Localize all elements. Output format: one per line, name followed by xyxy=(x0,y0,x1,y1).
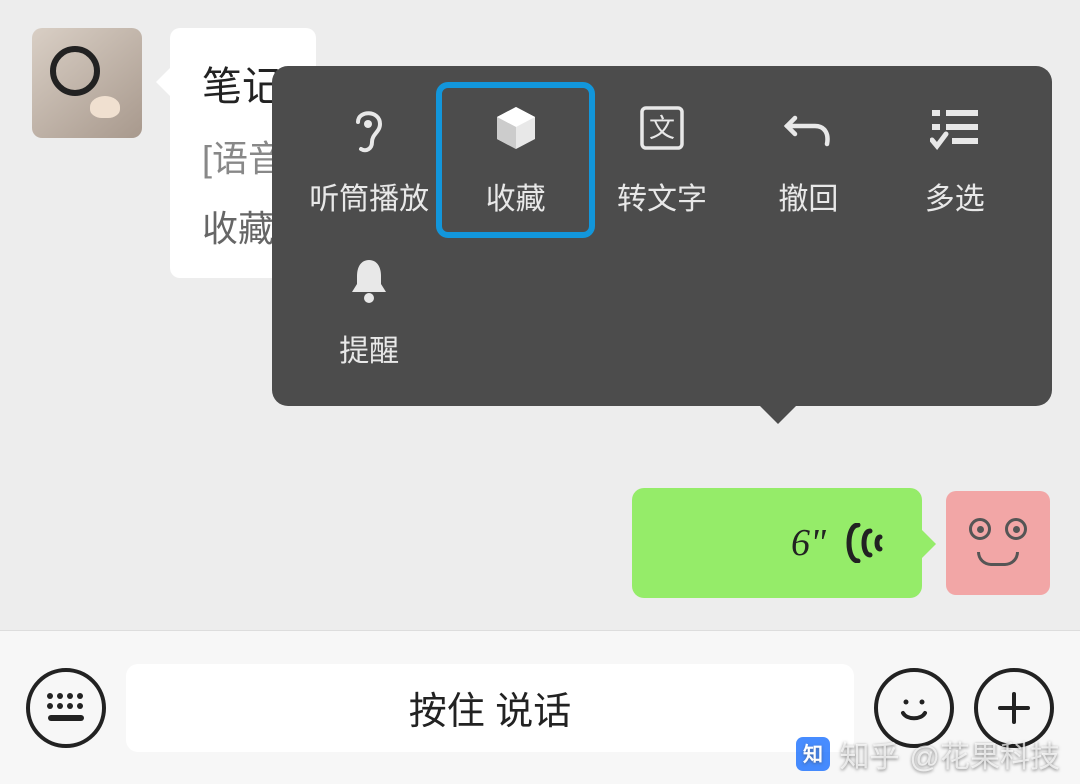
voice-wave-icon xyxy=(842,523,886,563)
hold-to-talk-button[interactable]: 按住 说话 xyxy=(126,664,854,752)
smile-icon xyxy=(891,685,937,731)
menu-label: 收藏 xyxy=(486,174,546,218)
text-convert-icon: 文 xyxy=(638,102,686,154)
menu-label: 多选 xyxy=(925,174,985,218)
menu-label: 听筒播放 xyxy=(309,174,429,218)
plus-icon xyxy=(994,688,1034,728)
menu-item-recall[interactable]: 撤回 xyxy=(735,102,881,218)
more-button[interactable] xyxy=(974,668,1054,748)
menu-item-multiselect[interactable]: 多选 xyxy=(882,102,1028,218)
ear-icon xyxy=(348,102,390,154)
menu-item-earpiece-play[interactable]: 听筒播放 xyxy=(296,102,442,218)
emoji-button[interactable] xyxy=(874,668,954,748)
hold-to-talk-label: 按住 说话 xyxy=(409,680,572,735)
menu-label: 撤回 xyxy=(778,174,838,218)
self-avatar[interactable] xyxy=(946,491,1050,595)
keyboard-toggle-button[interactable] xyxy=(26,668,106,748)
voice-message-bubble[interactable]: 6" xyxy=(632,488,922,598)
menu-item-favorite[interactable]: 收藏 xyxy=(442,88,588,232)
checklist-icon xyxy=(930,102,980,154)
outgoing-message: 6" xyxy=(632,488,1050,598)
cartoon-face-icon xyxy=(963,518,1033,568)
menu-label: 提醒 xyxy=(339,326,399,370)
input-bar: 按住 说话 xyxy=(0,630,1080,784)
menu-label: 转文字 xyxy=(617,174,707,218)
menu-item-remind[interactable]: 提醒 xyxy=(296,254,442,370)
svg-text:文: 文 xyxy=(649,113,675,143)
voice-duration: 6" xyxy=(791,521,826,565)
menu-item-to-text[interactable]: 文 转文字 xyxy=(589,102,735,218)
message-context-menu: 听筒播放 收藏 文 转文字 xyxy=(272,66,1052,406)
undo-icon xyxy=(783,102,833,154)
cube-icon xyxy=(491,102,541,154)
chat-area: 笔记 [语音 收藏 听筒播放 收藏 xyxy=(0,0,1080,630)
bell-icon xyxy=(348,254,390,306)
contact-avatar[interactable] xyxy=(32,28,142,138)
keyboard-icon xyxy=(44,691,88,725)
